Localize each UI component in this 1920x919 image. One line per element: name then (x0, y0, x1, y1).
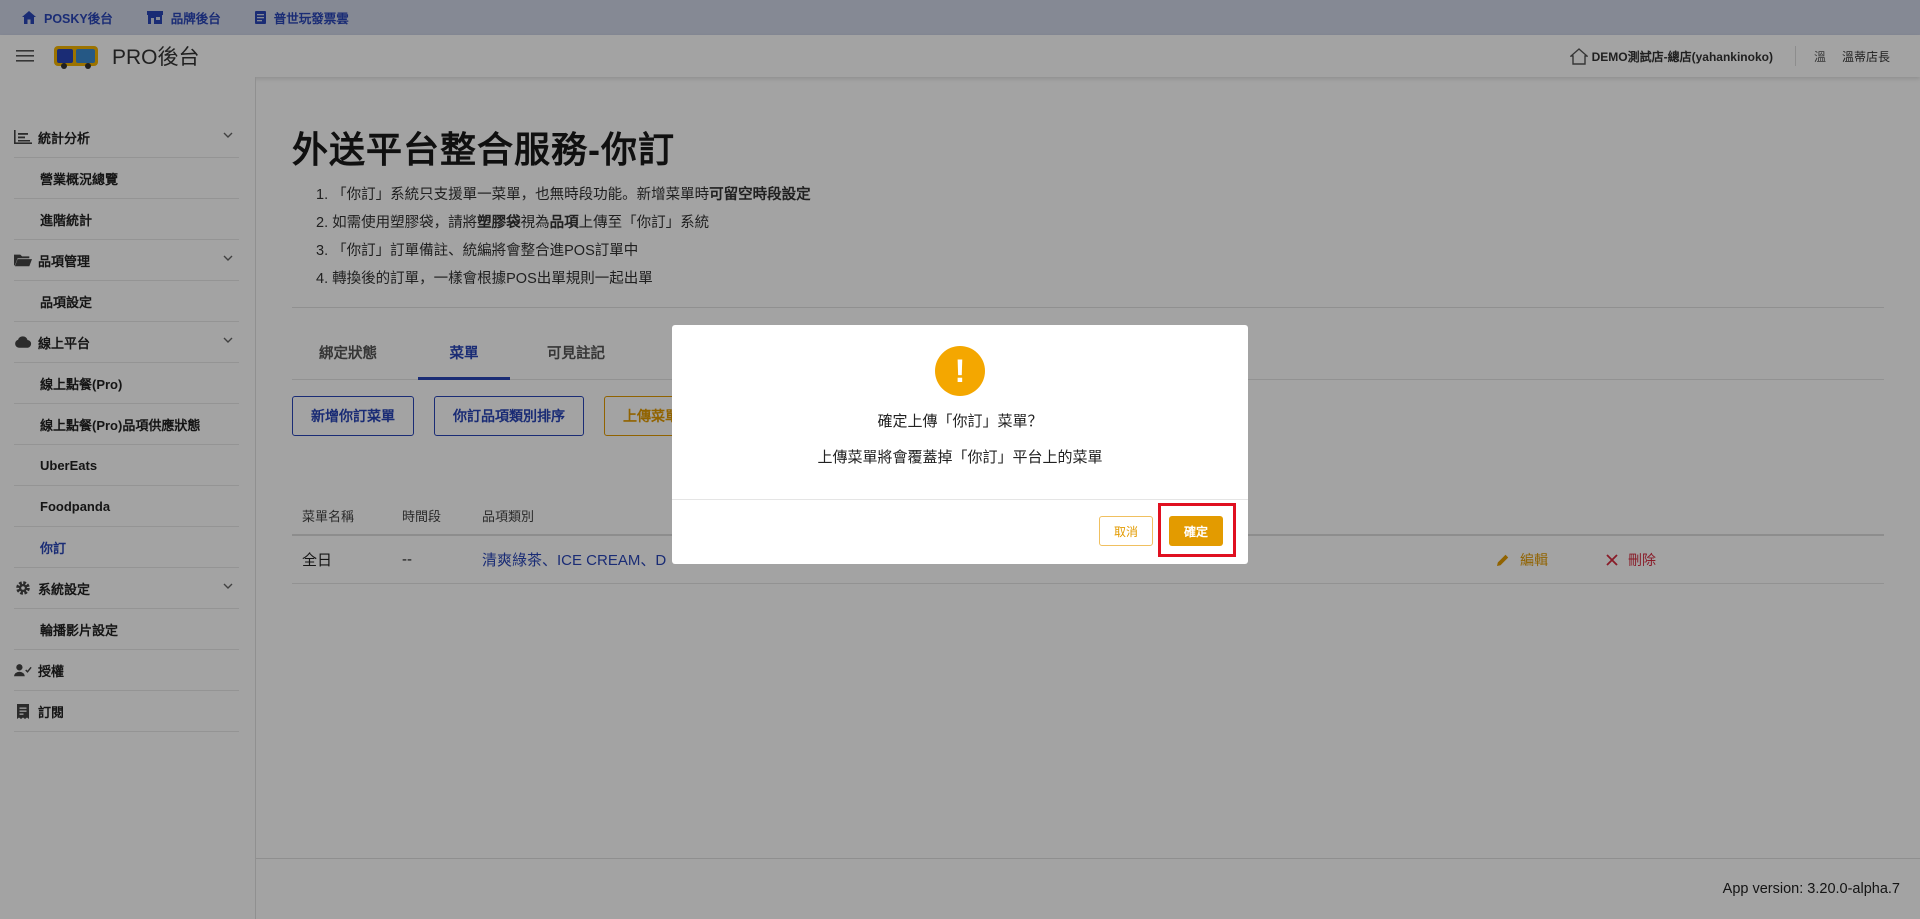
dialog-title: 確定上傳「你訂」菜單？ (877, 413, 1043, 430)
confirm-button-highlight (1158, 503, 1236, 557)
dialog-divider (672, 499, 1248, 500)
cancel-button[interactable]: 取消 (1099, 516, 1153, 546)
warning-icon: ! (935, 346, 985, 396)
dialog-message: 上傳菜單將會覆蓋掉「你訂」平台上的菜單 (817, 449, 1103, 466)
